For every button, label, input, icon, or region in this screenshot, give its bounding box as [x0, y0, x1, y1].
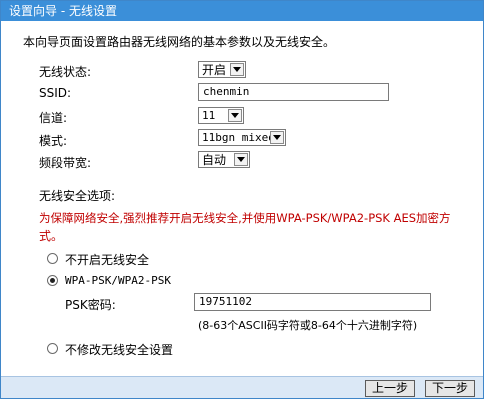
- security-warning-line1: 为保障网络安全,强烈推荐开启无线安全,并使用WPA-PSK/WPA2-PSK A…: [39, 211, 451, 225]
- bandwidth-value: 自动: [202, 153, 227, 167]
- chevron-down-icon[interactable]: [230, 63, 244, 76]
- radio-keep-security-label: 不修改无线安全设置: [65, 343, 174, 357]
- channel-select[interactable]: 11: [198, 107, 244, 124]
- chevron-down-icon[interactable]: [228, 109, 242, 122]
- radio-disable-security[interactable]: [47, 253, 58, 264]
- channel-label: 信道:: [39, 111, 68, 125]
- wireless-status-label: 无线状态:: [39, 65, 92, 79]
- window-title: 设置向导 - 无线设置: [1, 1, 483, 21]
- mode-select[interactable]: 11bgn mixed: [198, 129, 286, 146]
- wireless-status-select[interactable]: 开启: [198, 61, 246, 78]
- prev-button[interactable]: 上一步: [365, 380, 415, 397]
- psk-hint: (8-63个ASCII码字符或8-64个十六进制字符): [198, 319, 418, 332]
- bandwidth-select[interactable]: 自动: [198, 151, 250, 168]
- psk-label: PSK密码:: [65, 298, 116, 312]
- radio-wpa-psk-label: WPA-PSK/WPA2-PSK: [65, 274, 171, 287]
- wizard-window: 设置向导 - 无线设置 本向导页面设置路由器无线网络的基本参数以及无线安全。 无…: [0, 0, 484, 399]
- psk-password-input[interactable]: 19751102: [194, 293, 431, 311]
- radio-disable-security-label: 不开启无线安全: [65, 253, 150, 267]
- wireless-status-value: 开启: [202, 63, 227, 77]
- ssid-input[interactable]: chenmin: [198, 83, 389, 101]
- mode-label: 模式:: [39, 134, 68, 148]
- intro-text: 本向导页面设置路由器无线网络的基本参数以及无线安全。: [23, 35, 336, 49]
- ssid-label: SSID:: [39, 86, 72, 100]
- bandwidth-label: 频段带宽:: [39, 156, 92, 170]
- button-bar: 上一步 下一步: [1, 376, 483, 398]
- wizard-body: 本向导页面设置路由器无线网络的基本参数以及无线安全。 无线状态: 开启 SSID…: [1, 21, 483, 376]
- security-heading: 无线安全选项:: [39, 189, 116, 203]
- mode-value: 11bgn mixed: [202, 131, 275, 144]
- radio-keep-security[interactable]: [47, 343, 58, 354]
- next-button[interactable]: 下一步: [425, 380, 475, 397]
- channel-value: 11: [202, 109, 216, 122]
- chevron-down-icon[interactable]: [270, 131, 284, 144]
- chevron-down-icon[interactable]: [234, 153, 248, 166]
- radio-wpa-psk[interactable]: [47, 275, 58, 286]
- security-warning-line2: 式。: [39, 229, 64, 243]
